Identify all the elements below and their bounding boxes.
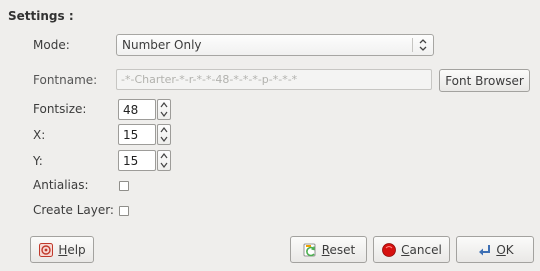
x-label: X:	[33, 128, 46, 142]
create-layer-label: Create Layer:	[33, 203, 114, 217]
antialias-label: Antialias:	[33, 178, 89, 192]
font-browser-button[interactable]: Font Browser	[439, 69, 530, 92]
combo-separator	[412, 38, 413, 52]
chevron-up-icon[interactable]	[160, 101, 168, 109]
fontsize-stepper[interactable]	[157, 99, 171, 120]
ok-button[interactable]: OK	[456, 236, 534, 263]
cancel-icon	[382, 242, 397, 257]
help-button[interactable]: Help	[30, 236, 94, 263]
fontname-value: -*-Charter-*-r-*-*-48-*-*-*-p-*-*-*	[121, 73, 298, 86]
chevron-down-icon[interactable]	[160, 110, 168, 118]
reset-button[interactable]: Reset	[290, 236, 367, 263]
ok-icon	[479, 244, 491, 255]
y-value: 15	[123, 154, 139, 168]
help-label: Help	[58, 242, 86, 257]
y-stepper[interactable]	[157, 150, 171, 171]
font-browser-label: Font Browser	[445, 73, 524, 88]
chevron-up-icon[interactable]	[160, 152, 168, 160]
ok-label: OK	[496, 242, 514, 257]
fontsize-label: Fontsize:	[33, 102, 87, 116]
fontname-field: -*-Charter-*-r-*-*-48-*-*-*-p-*-*-*	[116, 69, 432, 90]
cancel-label: Cancel	[401, 242, 442, 257]
y-spinner[interactable]: 15	[118, 150, 156, 171]
chevron-up-icon[interactable]	[160, 126, 168, 134]
mode-label: Mode:	[33, 38, 70, 52]
reset-label: Reset	[321, 242, 356, 257]
reset-icon	[303, 243, 316, 256]
y-label: Y:	[33, 154, 43, 168]
x-stepper[interactable]	[157, 124, 171, 145]
mode-value: Number Only	[122, 38, 202, 52]
antialias-checkbox[interactable]	[119, 181, 129, 191]
cancel-button[interactable]: Cancel	[373, 236, 450, 263]
x-value: 15	[123, 128, 139, 142]
chevron-down-icon[interactable]	[160, 161, 168, 169]
x-spinner[interactable]: 15	[118, 124, 156, 145]
fontsize-spinner[interactable]: 48	[118, 99, 156, 120]
mode-combo[interactable]: Number Only	[116, 34, 434, 56]
fontname-label: Fontname:	[33, 73, 98, 87]
chevron-down-icon[interactable]	[160, 135, 168, 143]
section-title: Settings :	[8, 9, 74, 23]
fontsize-value: 48	[123, 103, 139, 117]
combo-arrows-icon	[419, 39, 427, 51]
create-layer-checkbox[interactable]	[119, 206, 129, 216]
help-icon	[39, 242, 54, 257]
